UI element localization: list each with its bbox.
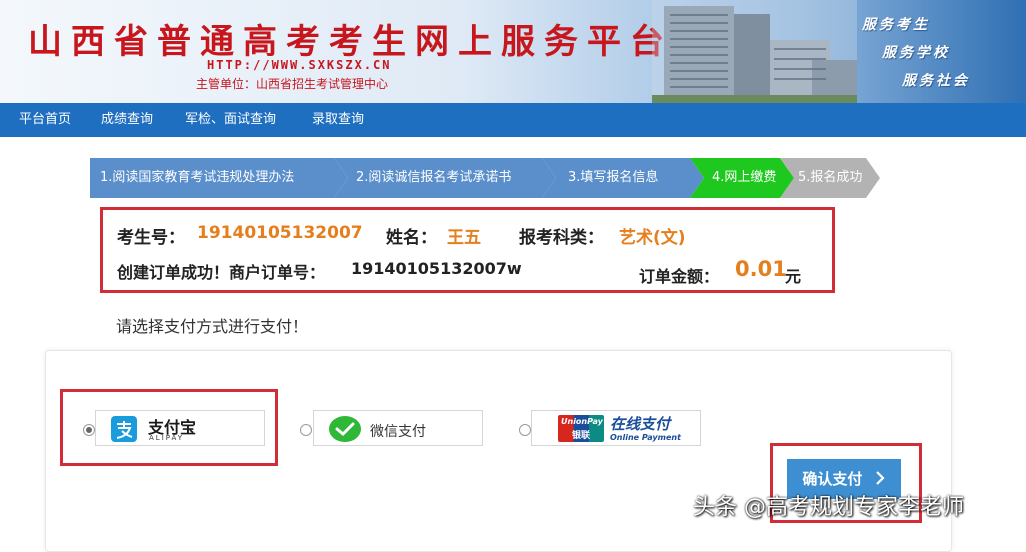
amount-unit: 元 [785, 267, 802, 286]
site-url: HTTP://WWW.SXKSZX.CN [207, 58, 392, 72]
category-value: 艺术(文) [619, 228, 686, 248]
unionpay-label: 在线支付 [610, 415, 671, 433]
nav-scores[interactable]: 成绩查询 [101, 103, 153, 137]
unionpay-option[interactable]: UnionPay 银联 在线支付 Online Payment [531, 410, 701, 446]
site-sponsor: 主管单位：山西省招生考试管理中心 [196, 77, 389, 91]
building-image [652, 0, 857, 103]
slogan-1: 服务考生 [862, 17, 930, 33]
slogan-3: 服务社会 [902, 73, 970, 89]
wechat-option[interactable]: 微信支付 [313, 410, 483, 446]
order-info-box: 考生号： 19140105132007 姓名： 王五 报考科类： 艺术(文) 创… [100, 207, 835, 293]
step-1: 1.阅读国家教育考试违规处理办法 [90, 158, 348, 198]
exam-no-value: 19140105132007 [197, 223, 363, 243]
nav-admission[interactable]: 录取查询 [312, 103, 364, 137]
nav-military-interview[interactable]: 军检、面试查询 [185, 103, 276, 137]
wechat-radio[interactable] [300, 424, 312, 436]
step-2: 2.阅读诚信报名考试承诺书 [334, 158, 556, 198]
main-nav: 平台首页 成绩查询 军检、面试查询 录取查询 [0, 103, 1026, 137]
step-5: 5.报名成功 [780, 158, 880, 198]
order-number: 19140105132007w [351, 259, 522, 278]
header-banner: 山西省普通高考考生网上服务平台 HTTP://WWW.SXKSZX.CN 主管单… [0, 0, 1026, 103]
step-3: 3.填写报名信息 [542, 158, 704, 198]
progress-steps: 1.阅读国家教育考试违规处理办法 2.阅读诚信报名考试承诺书 3.填写报名信息 … [90, 158, 880, 198]
category-label: 报考科类： [519, 228, 604, 248]
unionpay-en-label: Online Payment [610, 433, 681, 442]
unionpay-logo-text: UnionPay [561, 417, 603, 426]
exam-no-label: 考生号： [117, 228, 185, 248]
unionpay-radio[interactable] [519, 424, 531, 436]
nav-home[interactable]: 平台首页 [19, 103, 71, 137]
wechat-pay-icon [329, 416, 361, 442]
watermark: 头条 @高考规划专家李老师 [693, 495, 964, 520]
order-label: 创建订单成功！商户订单号： [117, 263, 326, 282]
step-4-active: 4.网上缴费 [690, 158, 794, 198]
name-label: 姓名： [386, 228, 437, 248]
payment-prompt: 请选择支付方式进行支付！ [116, 317, 309, 336]
unionpay-logo-cn: 银联 [572, 431, 591, 441]
name-value: 王五 [447, 228, 481, 248]
amount-label: 订单金额： [639, 267, 720, 286]
amount-value: 0.01 [735, 257, 787, 281]
site-title: 山西省普通高考考生网上服务平台 [28, 22, 673, 62]
slogan-2: 服务学校 [882, 45, 950, 61]
unionpay-logo: UnionPay 银联 [558, 415, 604, 442]
alipay-highlight-frame [60, 389, 278, 466]
wechat-label: 微信支付 [370, 424, 426, 440]
slogans: 服务考生 服务学校 服务社会 [858, 14, 1018, 94]
